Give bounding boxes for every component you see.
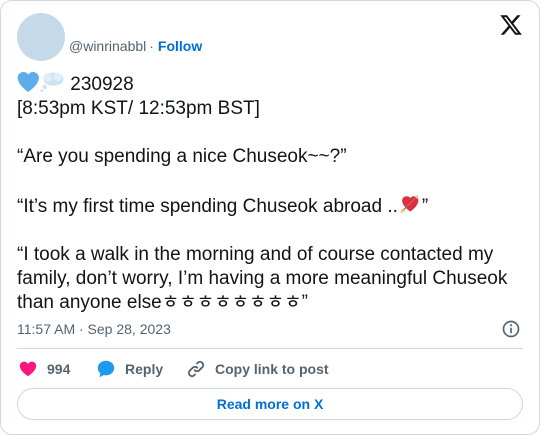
reply-bubble-icon [97, 360, 115, 378]
reply-label: Reply [125, 361, 164, 377]
author-handle[interactable]: @winrinabbl [69, 38, 146, 54]
avatar[interactable] [17, 13, 65, 61]
link-icon [187, 360, 205, 378]
info-icon[interactable] [501, 319, 521, 339]
follow-button[interactable]: Follow [158, 38, 202, 54]
tweet-text: 230928 [8:53pm KST/ 12:53pm BST] “Are yo… [17, 71, 527, 315]
reply-button[interactable]: Reply [95, 357, 163, 381]
like-button[interactable]: 994 [17, 357, 70, 381]
tweet-abroad-quote: ” [421, 196, 429, 217]
divider [17, 348, 523, 349]
tweet-header: @winrinabbl · Follow [17, 13, 523, 61]
copy-link-button[interactable]: Copy link to post [185, 357, 329, 381]
x-logo-icon[interactable] [499, 13, 523, 37]
heart-with-arrow-icon [400, 195, 419, 213]
tweet-line-time: [8:53pm KST/ 12:53pm BST] [17, 98, 260, 119]
action-bar: 994 Reply Copy link to post [17, 357, 523, 381]
copy-link-label: Copy link to post [215, 361, 329, 377]
author-row: @winrinabbl · Follow [69, 37, 202, 55]
embedded-tweet-card: @winrinabbl · Follow 230928 [8:53pm KST/ 1… [0, 0, 540, 435]
tweet-line-walk: “I took a walk in the morning and of cou… [17, 244, 513, 313]
thought-balloon-icon [40, 72, 64, 93]
read-more-button[interactable]: Read more on X [17, 388, 523, 420]
timestamp-link[interactable]: 11:57 AM · Sep 28, 2023 [17, 321, 171, 337]
tweet-line-question: “Are you spending a nice Chuseok~~?” [17, 146, 347, 167]
tweet-line-date: 230928 [17, 71, 527, 97]
heart-icon [19, 361, 37, 377]
tweet-line-abroad: “It’s my first time spending Chuseok abr… [17, 193, 527, 219]
tweet-abroad-text: “It’s my first time spending Chuseok abr… [17, 196, 398, 217]
timestamp-row: 11:57 AM · Sep 28, 2023 [17, 319, 523, 339]
like-count: 994 [47, 361, 71, 377]
blue-heart-icon [17, 72, 39, 92]
tweet-date: 230928 [70, 74, 134, 95]
separator-dot: · [149, 38, 154, 54]
